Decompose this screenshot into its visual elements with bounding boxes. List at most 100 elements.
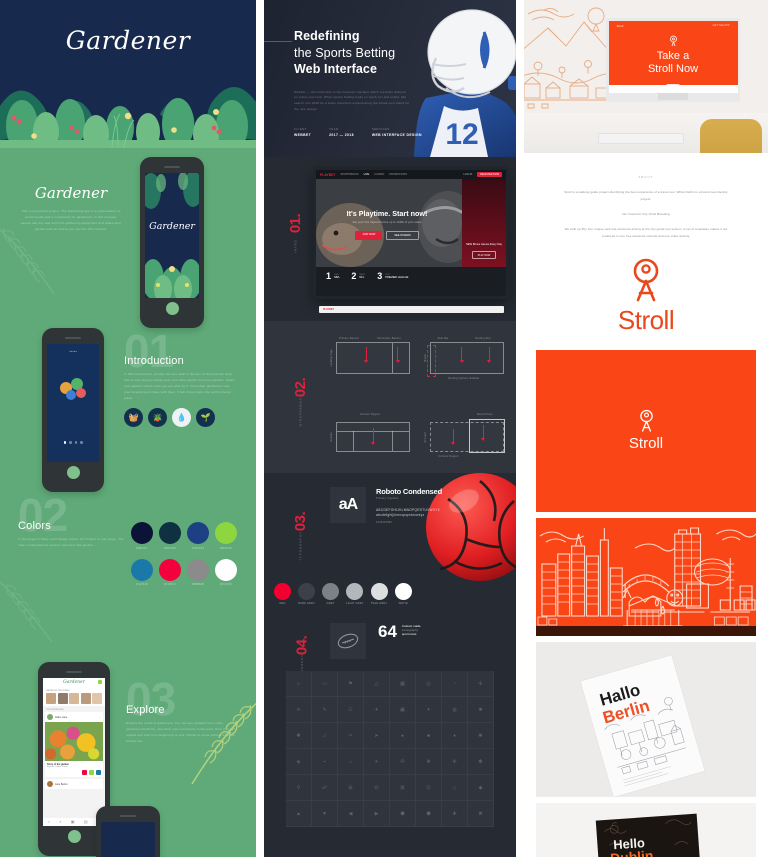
icon-cell[interactable]: ✇ <box>390 749 416 775</box>
like-icon[interactable] <box>82 770 87 776</box>
icon-cell[interactable]: ⌕ <box>286 671 312 697</box>
phone-mockup-intro: ●●●●● <box>42 328 104 492</box>
icon-cell[interactable]: ✖ <box>468 801 494 827</box>
icon-cell[interactable]: ☍ <box>312 775 338 801</box>
nav-item-promotions[interactable]: PROMOTIONS <box>389 173 407 176</box>
icon-cell[interactable]: ◍ <box>442 697 468 723</box>
icon-cell[interactable]: ✺ <box>468 723 494 749</box>
icon-cell[interactable]: ❋ <box>416 749 442 775</box>
icon-cell[interactable]: ▶ <box>364 801 390 827</box>
wireframe-item[interactable]: Content Region Results <box>330 402 410 458</box>
icon-cell[interactable]: ▲ <box>286 801 312 827</box>
stat-item[interactable]: 2 NEXT NFL <box>351 271 365 281</box>
phone-speaker-icon <box>66 671 82 673</box>
feed-post[interactable]: Adam Lane ⋮ Story of the garden Explore … <box>45 712 103 778</box>
icon-cell[interactable]: ◎ <box>416 671 442 697</box>
icon-grid[interactable]: ⌕ ▭ ⚑ △ ▦ ◎ ◔ ✣ ♔ ✎ ♺ ✈ ▣ ✦ ◍ ✹ ✱ ♫ ✂ ➤ ♠ ♣ ♦ ✺ ◈ ⌁ ⌂ ☀ ✇ ❋ ✜ ✽ ⚲ ☍ ⊞ ⊟ ⊠ ⊡ ◇ ◆… <box>286 671 494 827</box>
icon-cell[interactable]: ⊟ <box>364 775 390 801</box>
feed-post-secondary[interactable]: Jane Belton <box>45 779 103 790</box>
stat-item[interactable]: 3 TOP PREMIER LEAGUE <box>377 271 408 281</box>
camera-icon[interactable]: ▣ <box>71 819 75 824</box>
icon-cell[interactable]: ⊡ <box>416 775 442 801</box>
icon-cell[interactable]: ⊞ <box>338 775 364 801</box>
icon-cell[interactable]: ➤ <box>364 723 390 749</box>
icon-cell[interactable]: ✚ <box>442 801 468 827</box>
promo-button[interactable]: PLAY NOW <box>471 251 497 259</box>
icon-cell[interactable]: ◔ <box>442 671 468 697</box>
icon-cell[interactable]: ▼ <box>312 801 338 827</box>
swatch-label: #0E3040 <box>164 546 176 550</box>
nav-item-live[interactable]: LIVE <box>364 173 370 176</box>
phone-home-button[interactable] <box>67 829 81 843</box>
icon-cell[interactable]: ✱ <box>286 723 312 749</box>
search-icon[interactable]: ⌕ <box>59 819 61 824</box>
swatch-item: #0E3040 <box>159 522 181 550</box>
icon-cell[interactable]: ⬟ <box>390 801 416 827</box>
icon-cell[interactable]: ☀ <box>364 749 390 775</box>
icon-cell[interactable]: ▭ <box>312 671 338 697</box>
more-icon[interactable]: ⋮ <box>98 715 101 719</box>
wireframe-item[interactable]: Primary Banner Secondary Banner Landing … <box>330 337 410 380</box>
post-actions[interactable] <box>45 770 103 777</box>
icon-cell[interactable]: ⌁ <box>312 749 338 775</box>
icon-cell[interactable]: ♺ <box>338 697 364 723</box>
home-icon[interactable]: ⌂ <box>48 819 50 824</box>
see-offers-button[interactable]: SEE OFFERS <box>386 230 419 240</box>
get-the-app-link[interactable]: GET THE APP <box>713 24 730 28</box>
stat-number: 2 <box>351 271 357 281</box>
icon-cell[interactable]: ◀ <box>338 801 364 827</box>
icon-cell[interactable]: ♣ <box>416 723 442 749</box>
nav-item-sportsbook[interactable]: SPORTSBOOK <box>341 173 359 176</box>
promo-panel[interactable]: NEW Bonus Games Every Day PLAY NOW <box>462 179 506 267</box>
site-logo[interactable]: PLAYBET <box>320 173 336 177</box>
icon-cell[interactable]: ✹ <box>468 697 494 723</box>
icon-cell[interactable]: ♫ <box>312 723 338 749</box>
icon-cell[interactable]: ♦ <box>442 723 468 749</box>
icon-cell[interactable]: ⊠ <box>390 775 416 801</box>
icon-cell[interactable]: ⚲ <box>286 775 312 801</box>
nav-item-casino[interactable]: CASINO <box>374 173 384 176</box>
phone-home-button[interactable] <box>66 465 80 479</box>
icon-cell[interactable]: ✣ <box>468 671 494 697</box>
icon-cell[interactable]: ✽ <box>468 749 494 775</box>
feed-stories-label: Gardeners You Follow <box>46 688 70 692</box>
icon-cell[interactable]: ◆ <box>468 775 494 801</box>
hero-buttons[interactable]: JOIN NOW SEE OFFERS <box>316 230 458 240</box>
icon-cell[interactable]: ⚑ <box>338 671 364 697</box>
step-label-01: INTRO <box>293 239 298 253</box>
icon-cell[interactable]: ✎ <box>312 697 338 723</box>
swatch-label: #1D3F84 <box>191 546 205 550</box>
feed-stories[interactable]: Gardeners You Follow <box>43 686 105 707</box>
phone-home-button[interactable] <box>165 301 179 315</box>
carousel-dots[interactable] <box>47 441 99 444</box>
intro-text-block: 01 Introduction In this introduction, pe… <box>124 328 240 428</box>
icon-cell[interactable]: ◈ <box>286 749 312 775</box>
icon-cell[interactable]: ⬢ <box>416 801 442 827</box>
store-icon[interactable]: ▤ <box>84 819 88 824</box>
meta-key: YEAR <box>329 128 339 131</box>
site-logo[interactable]: Stroll <box>617 24 624 28</box>
wireframe-item[interactable]: Detail Panel Account Content Region <box>424 402 505 458</box>
icon-cell[interactable]: △ <box>364 671 390 697</box>
register-button[interactable]: REGISTER NOW <box>477 172 502 177</box>
site-topbar[interactable]: Stroll GET THE APP <box>609 21 738 31</box>
join-now-button[interactable]: JOIN NOW <box>355 230 383 240</box>
icon-cell[interactable]: ✈ <box>364 697 390 723</box>
icon-cell[interactable]: ⌂ <box>338 749 364 775</box>
icon-caption-3: sport icons <box>401 632 417 636</box>
site-nav[interactable]: PLAYBET SPORTSBOOK LIVE CASINO PROMOTION… <box>316 170 506 179</box>
icon-cell[interactable]: ✦ <box>416 697 442 723</box>
icon-cell[interactable]: ♠ <box>390 723 416 749</box>
icon-cell[interactable]: ▣ <box>390 697 416 723</box>
icon-cell[interactable]: ✜ <box>442 749 468 775</box>
comment-icon[interactable] <box>89 770 94 776</box>
icon-cell[interactable]: ♔ <box>286 697 312 723</box>
icon-cell[interactable]: ◇ <box>442 775 468 801</box>
share-icon[interactable] <box>96 770 101 776</box>
wireframe-item[interactable]: Side Bar Betting Slip Match Betting Opti… <box>424 337 504 380</box>
add-post-icon[interactable] <box>98 680 102 685</box>
stat-item[interactable]: 1 LIVE NBA <box>326 271 339 281</box>
icon-cell[interactable]: ✂ <box>338 723 364 749</box>
login-link[interactable]: LOG IN <box>463 173 472 176</box>
icon-cell[interactable]: ▦ <box>390 671 416 697</box>
